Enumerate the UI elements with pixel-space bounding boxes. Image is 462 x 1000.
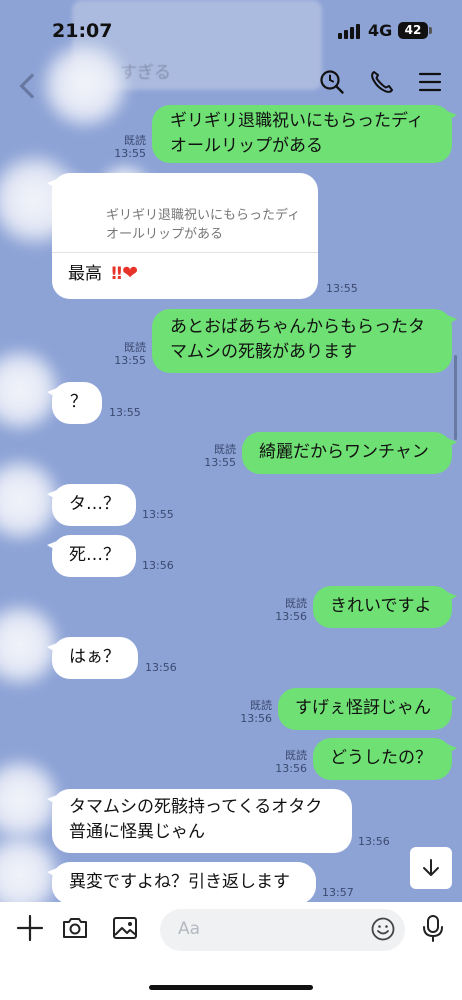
read-receipt: 既読 (250, 699, 272, 712)
emoji: ‼ (111, 264, 123, 284)
microphone-icon[interactable] (418, 913, 448, 943)
emoji-icon[interactable] (370, 916, 396, 942)
message-input-placeholder: Aa (178, 919, 201, 939)
phone-icon[interactable] (368, 68, 396, 96)
received-message[interactable]: タ…？ (47, 484, 136, 526)
received-message[interactable]: 死…？ (47, 535, 136, 577)
read-receipt: 既読 (124, 341, 146, 354)
heart-icon: ❤ (122, 262, 138, 284)
battery-icon: 42 (398, 22, 432, 39)
read-receipt: 既読 (124, 134, 146, 147)
scrollbar[interactable] (454, 355, 457, 440)
timestamp: 13:55 (114, 354, 146, 367)
read-receipt: 既読 (214, 443, 236, 456)
timestamp: 13:55 (109, 406, 141, 419)
home-indicator (149, 985, 313, 990)
timestamp: 13:57 (322, 886, 354, 899)
timestamp: 13:56 (275, 762, 307, 775)
message-meta: 既読 13:56 (261, 749, 307, 775)
message-meta: 既読 13:55 (190, 443, 236, 469)
read-receipt: 既読 (285, 597, 307, 610)
timestamp: 13:56 (358, 835, 390, 848)
back-icon[interactable] (14, 72, 42, 100)
sent-message[interactable]: ギリギリ退職祝いにもらったディ オールリップがある (152, 105, 457, 163)
image-icon[interactable] (110, 913, 140, 943)
timestamp: 13:56 (145, 661, 177, 674)
menu-icon[interactable] (416, 68, 444, 96)
timestamp: 13:55 (114, 147, 146, 160)
status-time: 21:07 (52, 20, 113, 42)
chat-header (0, 68, 462, 100)
quoted-message: ギリギリ退職祝いにもらったディ オールリップがある (106, 208, 301, 242)
received-message[interactable]: はぁ？ (47, 637, 138, 679)
avatar (0, 455, 60, 545)
message-meta: 既読 13:55 (100, 134, 146, 160)
scroll-to-bottom-button[interactable] (410, 847, 452, 889)
received-message[interactable]: タマムシの死骸持ってくるオタク 普通に怪異じゃん (47, 789, 352, 853)
timestamp: 13:56 (142, 559, 174, 572)
timestamp: 13:56 (240, 712, 272, 725)
message-meta: 既読 13:55 (100, 341, 146, 367)
read-receipt: 既読 (285, 749, 307, 762)
message-text: 最高 (68, 264, 102, 284)
chat-background: すぎる ギリギリ退職祝いにもらったディ オールリップがある 既読 13:55 ギ… (0, 0, 462, 902)
network-type: 4G (368, 21, 393, 40)
status-bar: 21:07 4G 42 (0, 0, 462, 60)
timestamp: 13:55 (326, 282, 358, 295)
received-message[interactable]: 異変ですよね？引き返します (47, 862, 316, 902)
plus-icon[interactable] (15, 913, 45, 943)
message-meta: 既読 13:56 (226, 699, 272, 725)
arrow-down-icon (423, 859, 439, 876)
received-message[interactable]: ？ (47, 382, 102, 424)
reply-message[interactable]: ギリギリ退職祝いにもらったディ オールリップがある 最高 ‼❤ (47, 173, 318, 299)
sent-message[interactable]: きれいですよ (313, 586, 457, 628)
camera-icon[interactable] (60, 913, 90, 943)
sent-message[interactable]: あとおばあちゃんからもらったタ マムシの死骸があります (152, 309, 457, 373)
sent-message[interactable]: すげぇ怪訝じゃん (278, 688, 457, 730)
message-meta: 既読 13:56 (261, 597, 307, 623)
signal-icon (338, 24, 360, 39)
avatar (0, 830, 60, 902)
sent-message[interactable]: 綺麗だからワンチャン (242, 432, 457, 474)
timestamp: 13:55 (204, 456, 236, 469)
sent-message[interactable]: どうしたの？ (313, 738, 457, 780)
timestamp: 13:55 (142, 508, 174, 521)
timestamp: 13:56 (275, 610, 307, 623)
search-icon[interactable] (318, 68, 346, 96)
reply-divider (52, 252, 318, 253)
